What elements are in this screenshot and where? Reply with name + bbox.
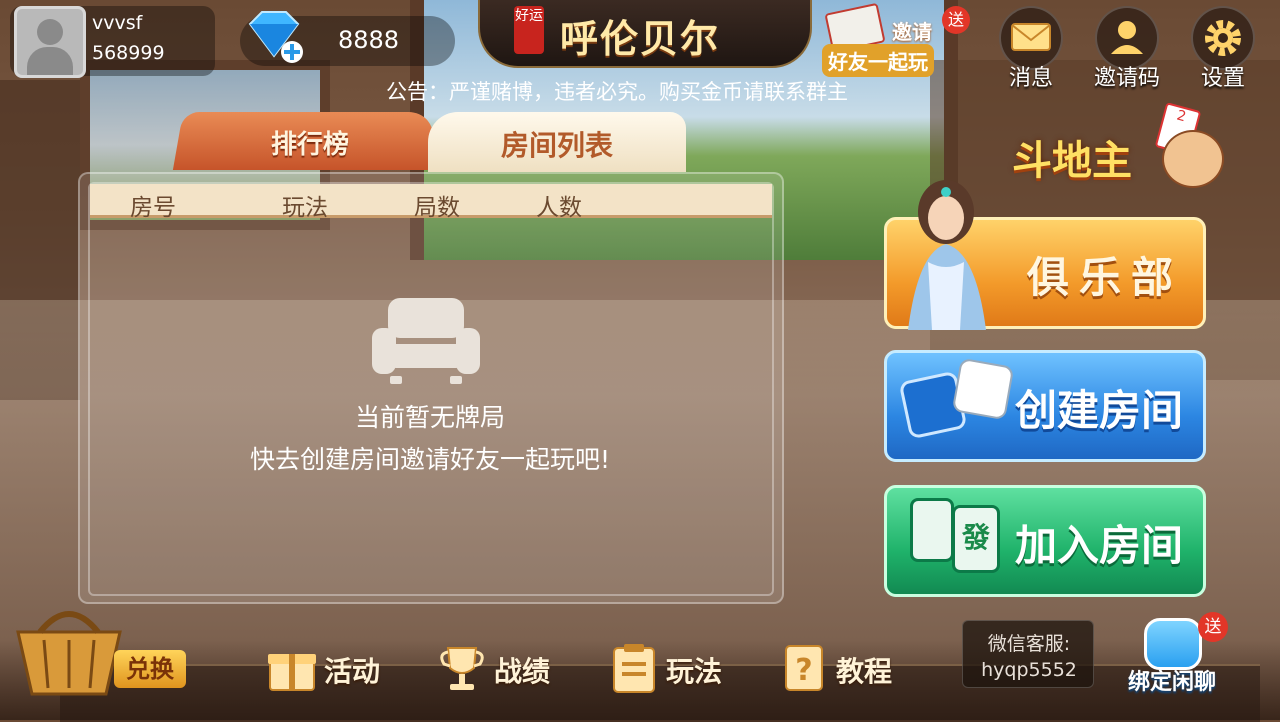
empty-state-title: 当前暂无牌局 (354, 403, 505, 432)
messages-label: 消息 (1008, 66, 1053, 91)
character-girl-icon (908, 180, 986, 330)
nav-activities-label: 活动 (324, 655, 381, 688)
nav-records[interactable]: 战绩 (436, 638, 556, 698)
nav-rules-label: 玩法 (666, 655, 723, 688)
mail-icon (1011, 23, 1051, 51)
mascot-face-icon (1162, 130, 1224, 188)
nav-activities[interactable]: 活动 (266, 638, 386, 698)
mahjong-tile-icon (910, 498, 954, 562)
sofa-icon (372, 298, 480, 384)
shop-basket-icon[interactable] (10, 602, 128, 702)
currency-amount: 8888 (338, 26, 400, 54)
invite-line2: 好友一起玩 (822, 44, 934, 77)
game-title-doudizhu: 斗地主 2 (1012, 100, 1224, 190)
notice-marquee: 公告：严谨赌博，违者必究。购买金币请联系群主 (386, 80, 848, 104)
empty-state-hint: 快去创建房间邀请好友一起玩吧! (249, 445, 611, 474)
header-players: 人数 (536, 195, 582, 221)
room-list-inner (88, 182, 774, 596)
gear-icon (1205, 20, 1241, 56)
settings-label: 设置 (1200, 66, 1245, 91)
user-icon (1111, 21, 1143, 54)
wechat-service-box[interactable]: 微信客服: hyqp5552 (962, 620, 1094, 688)
create-room-label: 创建房间 (1014, 386, 1183, 435)
invite-code-button[interactable]: 邀请码 (1088, 6, 1166, 91)
avatar-head-icon (37, 19, 63, 45)
svg-text:?: ? (795, 653, 812, 688)
header-room-number: 房号 (130, 195, 176, 221)
title-badge: 好运 (514, 6, 544, 54)
avatar[interactable] (14, 6, 86, 78)
tab-room-list-label: 房间列表 (500, 129, 613, 162)
trophy-icon (440, 647, 484, 690)
header-rounds: 局数 (414, 195, 460, 221)
wechat-service-id: hyqp5552 (981, 659, 1077, 681)
join-room-label: 加入房间 (1014, 521, 1183, 570)
dice-white-icon (951, 357, 1015, 421)
nav-records-label: 战绩 (494, 655, 551, 688)
bind-badge: 送 (1198, 612, 1228, 642)
user-name: vvvsf (92, 12, 143, 34)
wechat-service-label: 微信客服: (987, 633, 1071, 655)
title-name: 呼伦贝尔 (560, 16, 721, 61)
invite-friends-banner[interactable]: 邀请 好友一起玩 送 (818, 2, 970, 77)
game-title-text: 斗地主 (1012, 138, 1132, 184)
header-game-mode: 玩法 (282, 195, 328, 221)
diamond-add-icon[interactable] (244, 10, 304, 66)
invite-code-label: 邀请码 (1093, 66, 1160, 91)
bind-xianliao-button[interactable]: 送 绑定闲聊 (1120, 612, 1230, 702)
tab-rankings-label: 排行榜 (270, 130, 349, 160)
invite-line1: 邀请 (892, 20, 932, 44)
avatar-body-icon (27, 47, 73, 75)
clipboard-icon (613, 644, 655, 693)
invite-badge: 送 (942, 6, 970, 34)
settings-button[interactable]: 设置 (1184, 6, 1262, 91)
nav-tutorial-label: 教程 (836, 655, 893, 688)
user-id: 568999 (92, 42, 165, 64)
mahjong-fa-tile-icon: 發 (952, 505, 1000, 573)
exchange-button[interactable]: 兑换 (114, 650, 186, 688)
chat-bubble-icon (1144, 618, 1202, 670)
help-book-icon: ? (785, 645, 823, 691)
nav-tutorial[interactable]: ? 教程 (778, 638, 898, 698)
club-label: 俱乐部 (1026, 253, 1183, 302)
gift-icon (268, 654, 316, 691)
nav-rules[interactable]: 玩法 (608, 638, 728, 698)
bind-xianliao-label: 绑定闲聊 (1127, 670, 1216, 695)
messages-button[interactable]: 消息 (992, 6, 1070, 91)
